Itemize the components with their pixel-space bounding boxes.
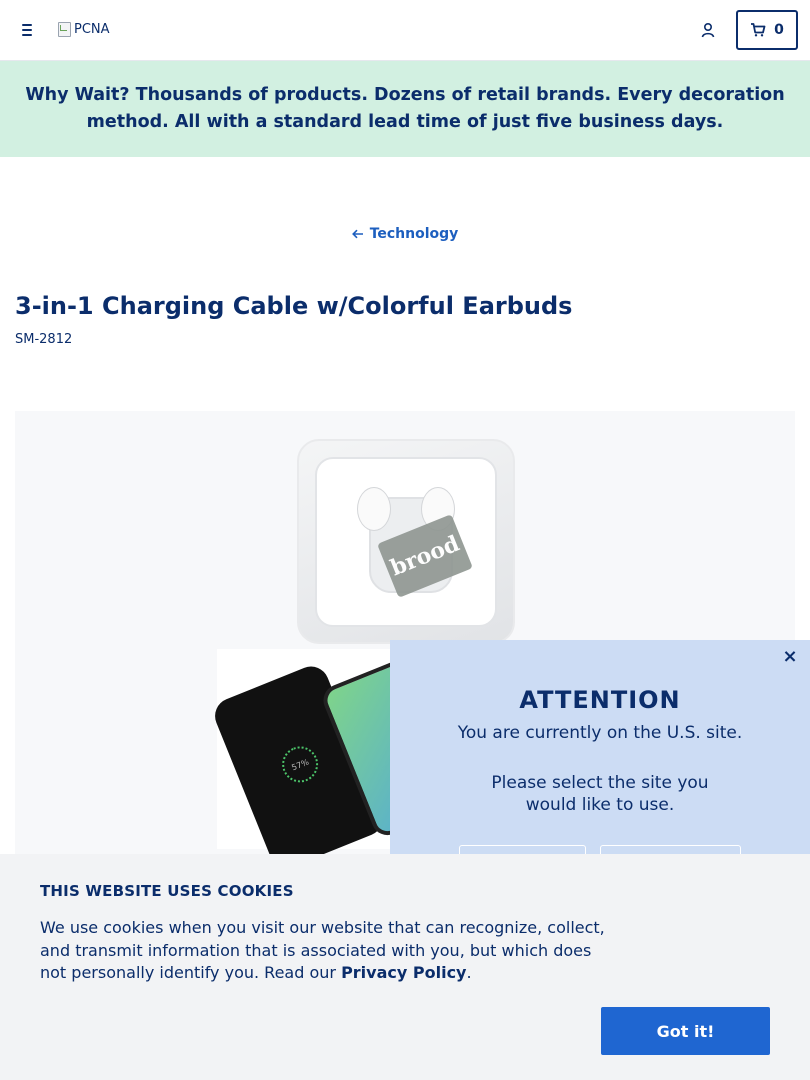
modal-heading: ATTENTION bbox=[519, 686, 681, 714]
arrow-left-icon bbox=[351, 229, 363, 239]
phones-charging-image: 57% bbox=[209, 649, 472, 873]
promo-lead: Why Wait? bbox=[25, 85, 130, 105]
promo-banner: Why Wait? Thousands of products. Dozens … bbox=[0, 61, 810, 157]
accept-cookies-button[interactable]: Got it! bbox=[601, 1007, 770, 1055]
cookie-text: We use cookies when you visit our websit… bbox=[40, 918, 605, 982]
cart-count: 0 bbox=[774, 22, 784, 38]
cookie-title: THIS WEBSITE USES COOKIES bbox=[40, 882, 294, 900]
logo-alt-text: PCNA bbox=[74, 21, 110, 37]
cookie-body: We use cookies when you visit our websit… bbox=[40, 918, 605, 982]
promo-body: Thousands of products. Dozens of retail … bbox=[86, 85, 785, 132]
site-header: PCNA 0 bbox=[0, 0, 810, 61]
broken-image-icon bbox=[56, 21, 72, 37]
earbuds-case-image: brood bbox=[297, 439, 515, 644]
close-icon[interactable]: × bbox=[780, 647, 800, 667]
user-icon[interactable] bbox=[700, 22, 716, 38]
cart-button[interactable]: 0 bbox=[736, 10, 798, 50]
product-sku: SM-2812 bbox=[15, 332, 73, 347]
breadcrumb: Technology bbox=[0, 224, 810, 243]
privacy-policy-link[interactable]: Privacy Policy bbox=[341, 963, 466, 982]
product-title: 3-in-1 Charging Cable w/Colorful Earbuds bbox=[15, 292, 573, 320]
pcna-logo[interactable]: PCNA bbox=[56, 21, 110, 37]
modal-select-site-text: Please select the site you would like to… bbox=[491, 773, 709, 815]
breadcrumb-label: Technology bbox=[369, 226, 459, 242]
shopping-cart-icon bbox=[751, 23, 766, 37]
modal-current-site-text: You are currently on the U.S. site. bbox=[457, 723, 743, 743]
breadcrumb-link-technology[interactable]: Technology bbox=[351, 226, 459, 242]
promo-text: Why Wait? Thousands of products. Dozens … bbox=[12, 82, 798, 136]
battery-percent: 57% bbox=[276, 740, 324, 788]
hamburger-menu-icon[interactable] bbox=[19, 20, 37, 40]
cookie-banner: THIS WEBSITE USES COOKIES We use cookies… bbox=[0, 854, 810, 1080]
